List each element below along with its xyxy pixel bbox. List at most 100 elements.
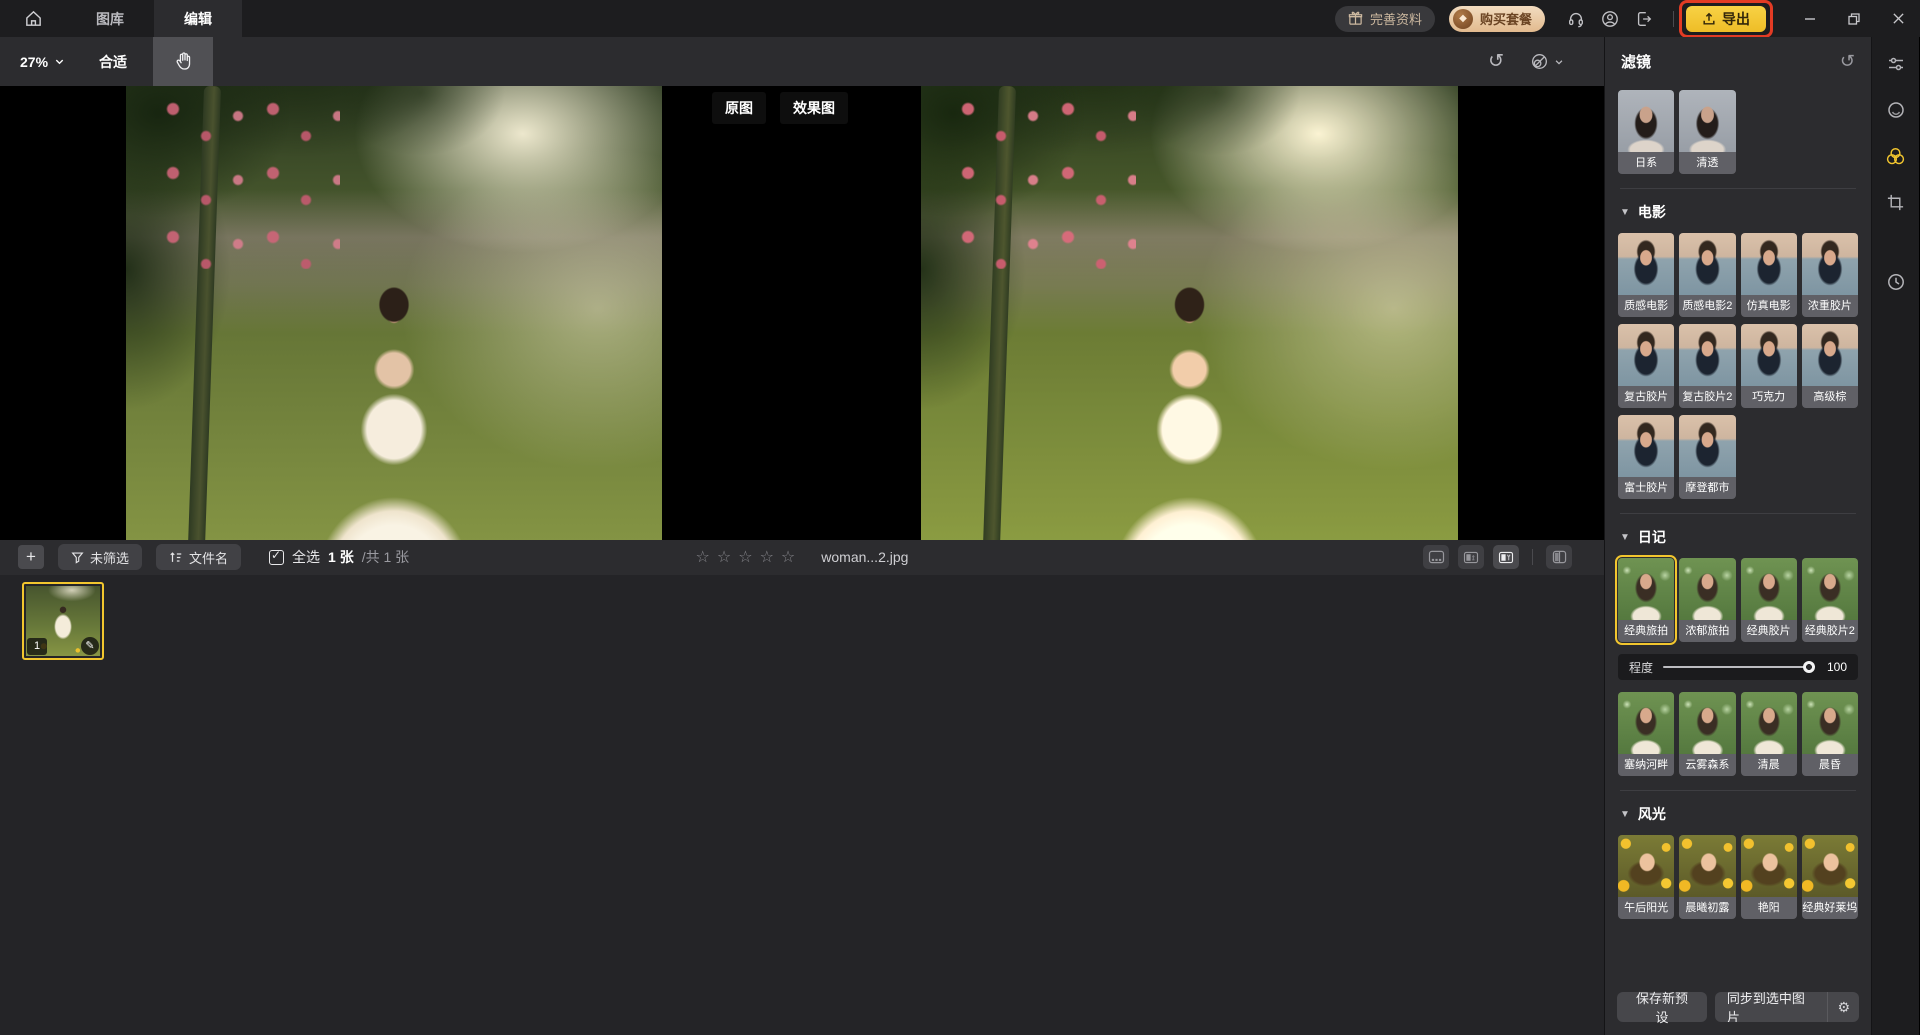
filter-thumb[interactable]: 艳阳 — [1741, 835, 1797, 919]
filter-thumb[interactable]: 仿真电影 — [1741, 233, 1797, 317]
select-all-label: 全选 — [292, 547, 320, 567]
clock-icon — [1886, 272, 1906, 292]
filter-thumb-image — [1679, 835, 1735, 897]
filter-thumb-label: 复古胶片 — [1618, 386, 1674, 408]
star-icon[interactable]: ☆ — [760, 547, 774, 567]
filter-thumb[interactable]: 清晨 — [1741, 692, 1797, 776]
buy-package-button[interactable]: ◆ 购买套餐 — [1449, 6, 1545, 32]
portrait-beauty-tool-button[interactable] — [1883, 97, 1909, 123]
filter-photos-button[interactable]: 未筛选 — [58, 544, 142, 570]
thumbnail-index-badge: 1 — [27, 638, 47, 655]
statusbar-view-toggles — [1423, 545, 1586, 569]
star-icon[interactable]: ☆ — [781, 547, 795, 567]
filter-thumb[interactable]: 质感电影 — [1618, 233, 1674, 317]
scene-pink-flowers — [158, 94, 340, 269]
sync-button[interactable]: 同步到选中图片 — [1715, 992, 1828, 1022]
filter-thumb-image — [1618, 835, 1674, 897]
select-all-control[interactable]: 全选 1 张/共 1 张 — [269, 547, 409, 567]
select-all-checkbox[interactable] — [269, 550, 284, 565]
filter-thumb[interactable]: 经典旅拍 — [1618, 558, 1674, 642]
undo-icon[interactable]: ↺ — [1488, 52, 1504, 71]
filter-thumb[interactable]: 浓郁旅拍 — [1679, 558, 1735, 642]
star-icon[interactable]: ☆ — [696, 547, 710, 567]
split-view-icon[interactable] — [1546, 545, 1572, 569]
filter-thumb-image — [1618, 692, 1674, 754]
compare-mode-dropdown[interactable] — [1530, 52, 1564, 71]
sort-button[interactable]: 文件名 — [156, 544, 241, 570]
section-header-movie[interactable]: ▼ 电影 — [1620, 202, 1856, 222]
filter-thumb[interactable]: 经典胶片 — [1741, 558, 1797, 642]
filter-thumb-label: 晨曦初露 — [1679, 897, 1735, 919]
home-button[interactable] — [0, 9, 66, 28]
hand-tool-button[interactable] — [153, 37, 213, 86]
filter-thumb[interactable]: 塞纳河畔 — [1618, 692, 1674, 776]
export-button[interactable]: 导出 — [1686, 6, 1766, 32]
photo-editor-app: 图库 编辑 完善资料 ◆ 购买套餐 — [0, 0, 1920, 1035]
compare-label-icon[interactable] — [1458, 545, 1484, 569]
headphones-icon — [1567, 10, 1585, 28]
filter-thumb[interactable]: 浓重胶片 — [1802, 233, 1858, 317]
filter-thumb[interactable]: 晨昏 — [1802, 692, 1858, 776]
caret-down-icon: ▼ — [1620, 207, 1630, 218]
edit-pen-icon: ✎ — [81, 637, 99, 655]
support-button[interactable] — [1559, 10, 1593, 28]
filter-thumb-label: 午后阳光 — [1618, 897, 1674, 919]
complete-profile-button[interactable]: 完善资料 — [1335, 6, 1435, 32]
editor-left-area: 27% 合适 ↺ — [0, 37, 1604, 1035]
crop-tool-button[interactable] — [1883, 189, 1909, 215]
gear-icon[interactable]: ⚙ — [1827, 992, 1859, 1022]
photo-scene — [126, 86, 662, 540]
filter-thumb-label: 经典好莱坞 — [1802, 897, 1858, 919]
compare-active-icon[interactable] — [1493, 545, 1519, 569]
filter-thumb[interactable]: 复古胶片 — [1618, 324, 1674, 408]
section-header-diary[interactable]: ▼ 日记 — [1620, 527, 1856, 547]
tab-gallery[interactable]: 图库 — [66, 0, 154, 37]
filter-thumb[interactable]: 晨曦初露 — [1679, 835, 1735, 919]
tab-edit[interactable]: 编辑 — [154, 0, 242, 37]
chevron-down-icon — [1554, 57, 1564, 67]
star-rating[interactable]: ☆ ☆ ☆ ☆ ☆ — [696, 547, 796, 567]
filter-thumb[interactable]: 质感电影2 — [1679, 233, 1735, 317]
filter-thumb[interactable]: 巧克力 — [1741, 324, 1797, 408]
filter-thumb[interactable]: 午后阳光 — [1618, 835, 1674, 919]
filter-thumb[interactable]: 摩登都市 — [1679, 415, 1735, 499]
effect-photo — [921, 86, 1458, 540]
canvas-toolbar: 27% 合适 ↺ — [0, 37, 1604, 86]
section-divider — [1620, 188, 1856, 189]
filter-thumb[interactable]: 经典好莱坞 — [1802, 835, 1858, 919]
maximize-button[interactable] — [1832, 0, 1876, 37]
account-button[interactable] — [1593, 10, 1627, 28]
filmstrip-thumbnail-selected[interactable]: 1 ✎ — [22, 582, 104, 660]
save-preset-button[interactable]: 保存新预设 — [1617, 992, 1707, 1022]
filter-thumb[interactable]: 高级棕 — [1802, 324, 1858, 408]
filter-thumb-image — [1618, 558, 1674, 620]
movie-filter-grid: 质感电影 质感电影2 仿真电影 — [1618, 233, 1858, 499]
history-tool-button[interactable] — [1883, 269, 1909, 295]
hand-icon — [173, 51, 194, 72]
scene-pink-flowers — [953, 94, 1136, 269]
star-icon[interactable]: ☆ — [738, 547, 752, 567]
minimize-button[interactable] — [1788, 0, 1832, 37]
slider-handle[interactable] — [1803, 661, 1815, 673]
filter-thumb[interactable]: 云雾森系 — [1679, 692, 1735, 776]
zoom-dropdown[interactable]: 27% — [20, 54, 65, 70]
reset-filters-icon[interactable]: ↺ — [1840, 51, 1855, 72]
filter-thumb[interactable]: 日系 — [1618, 90, 1674, 174]
filmstrip-panel-icon[interactable] — [1423, 545, 1449, 569]
filter-thumb[interactable]: 复古胶片2 — [1679, 324, 1735, 408]
adjustments-tool-button[interactable] — [1883, 51, 1909, 77]
filter-thumb-image — [1618, 415, 1674, 477]
strength-slider[interactable] — [1663, 666, 1813, 668]
add-photo-button[interactable]: + — [18, 545, 44, 569]
filter-thumb[interactable]: 经典胶片2 — [1802, 558, 1858, 642]
close-button[interactable] — [1876, 0, 1920, 37]
star-icon[interactable]: ☆ — [717, 547, 731, 567]
section-header-scenery[interactable]: ▼ 风光 — [1620, 804, 1856, 824]
upload-icon — [1702, 12, 1716, 26]
canvas[interactable]: 原图 效果图 — [0, 86, 1604, 540]
filter-thumb[interactable]: 富士胶片 — [1618, 415, 1674, 499]
logout-button[interactable] — [1627, 10, 1661, 28]
filters-tool-button[interactable] — [1883, 143, 1909, 169]
filter-thumb[interactable]: 清透 — [1679, 90, 1735, 174]
fit-button[interactable]: 合适 — [99, 52, 127, 72]
